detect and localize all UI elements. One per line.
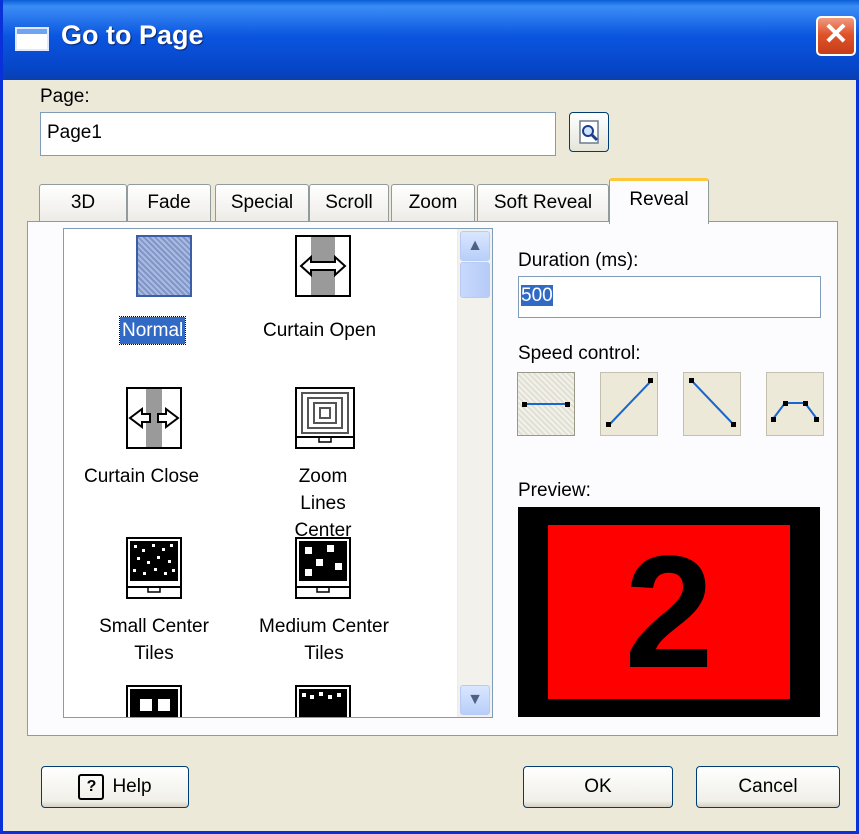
help-icon: ? [78, 773, 105, 800]
browse-page-button[interactable] [569, 112, 609, 152]
help-button-label: Help [112, 776, 152, 797]
effect-label: Medium Center Tiles [259, 616, 389, 664]
duration-label: Duration (ms): [518, 250, 639, 271]
tab-fade[interactable]: Fade [127, 184, 211, 222]
ease-in-out-icon [771, 401, 819, 422]
curtain-open-icon [295, 235, 351, 297]
window-title: Go to Page [61, 20, 204, 50]
effects-list[interactable]: Normal Curtain Open Curtain Close Zoom L… [63, 228, 493, 718]
effects-scrollbar[interactable]: ▲ ▼ [457, 229, 492, 717]
magnifier-icon [579, 120, 599, 144]
close-button[interactable]: ✕ [816, 16, 856, 56]
cancel-button[interactable]: Cancel [696, 766, 840, 808]
partial-effect-icon [295, 685, 351, 717]
tab-scroll[interactable]: Scroll [309, 184, 389, 222]
scroll-up-button[interactable]: ▲ [460, 231, 490, 261]
preview-slide: 2 [548, 525, 790, 699]
zoom-lines-center-icon [295, 387, 355, 449]
window-icon [15, 27, 49, 51]
duration-value: 500 [521, 285, 553, 306]
scroll-down-button[interactable]: ▼ [460, 685, 490, 715]
tab-3d[interactable]: 3D [39, 184, 127, 222]
tab-soft-reveal[interactable]: Soft Reveal [477, 184, 609, 222]
slow-down-icon [689, 378, 736, 427]
tab-zoom[interactable]: Zoom [391, 184, 475, 222]
effect-label: Zoom Lines Center [294, 466, 352, 541]
effect-label: Curtain Open [263, 320, 377, 341]
curtain-close-icon [126, 387, 182, 449]
normal-effect-icon [136, 235, 192, 297]
title-bar[interactable]: Go to Page ✕ [3, 0, 859, 80]
speed-constant-button[interactable] [517, 372, 575, 436]
scroll-thumb[interactable] [460, 262, 490, 298]
go-to-page-dialog: Go to Page ✕ Page: Page1 3D Fade Special… [0, 0, 859, 834]
speed-ease-button[interactable] [766, 372, 824, 436]
page-input[interactable]: Page1 [40, 112, 556, 156]
preview-pane: 2 [518, 507, 820, 717]
effect-label: Small Center Tiles [99, 616, 209, 664]
duration-input[interactable]: 500 [518, 276, 821, 318]
tab-reveal[interactable]: Reveal [609, 178, 709, 224]
medium-center-tiles-icon [295, 537, 351, 599]
small-center-tiles-icon [126, 537, 182, 599]
tab-special[interactable]: Special [215, 184, 309, 222]
speed-accelerate-button[interactable] [600, 372, 658, 436]
help-button[interactable]: ? Help [41, 766, 189, 808]
page-label: Page: [40, 86, 90, 107]
speed-control-label: Speed control: [518, 343, 641, 364]
linear-constant-icon [522, 402, 570, 407]
effect-label: Curtain Close [84, 466, 200, 487]
partial-effect-icon [126, 685, 182, 717]
ok-button[interactable]: OK [523, 766, 673, 808]
speed-decelerate-button[interactable] [683, 372, 741, 436]
effect-label: Normal [118, 316, 187, 345]
speed-up-icon [606, 378, 653, 427]
preview-label: Preview: [518, 480, 591, 501]
